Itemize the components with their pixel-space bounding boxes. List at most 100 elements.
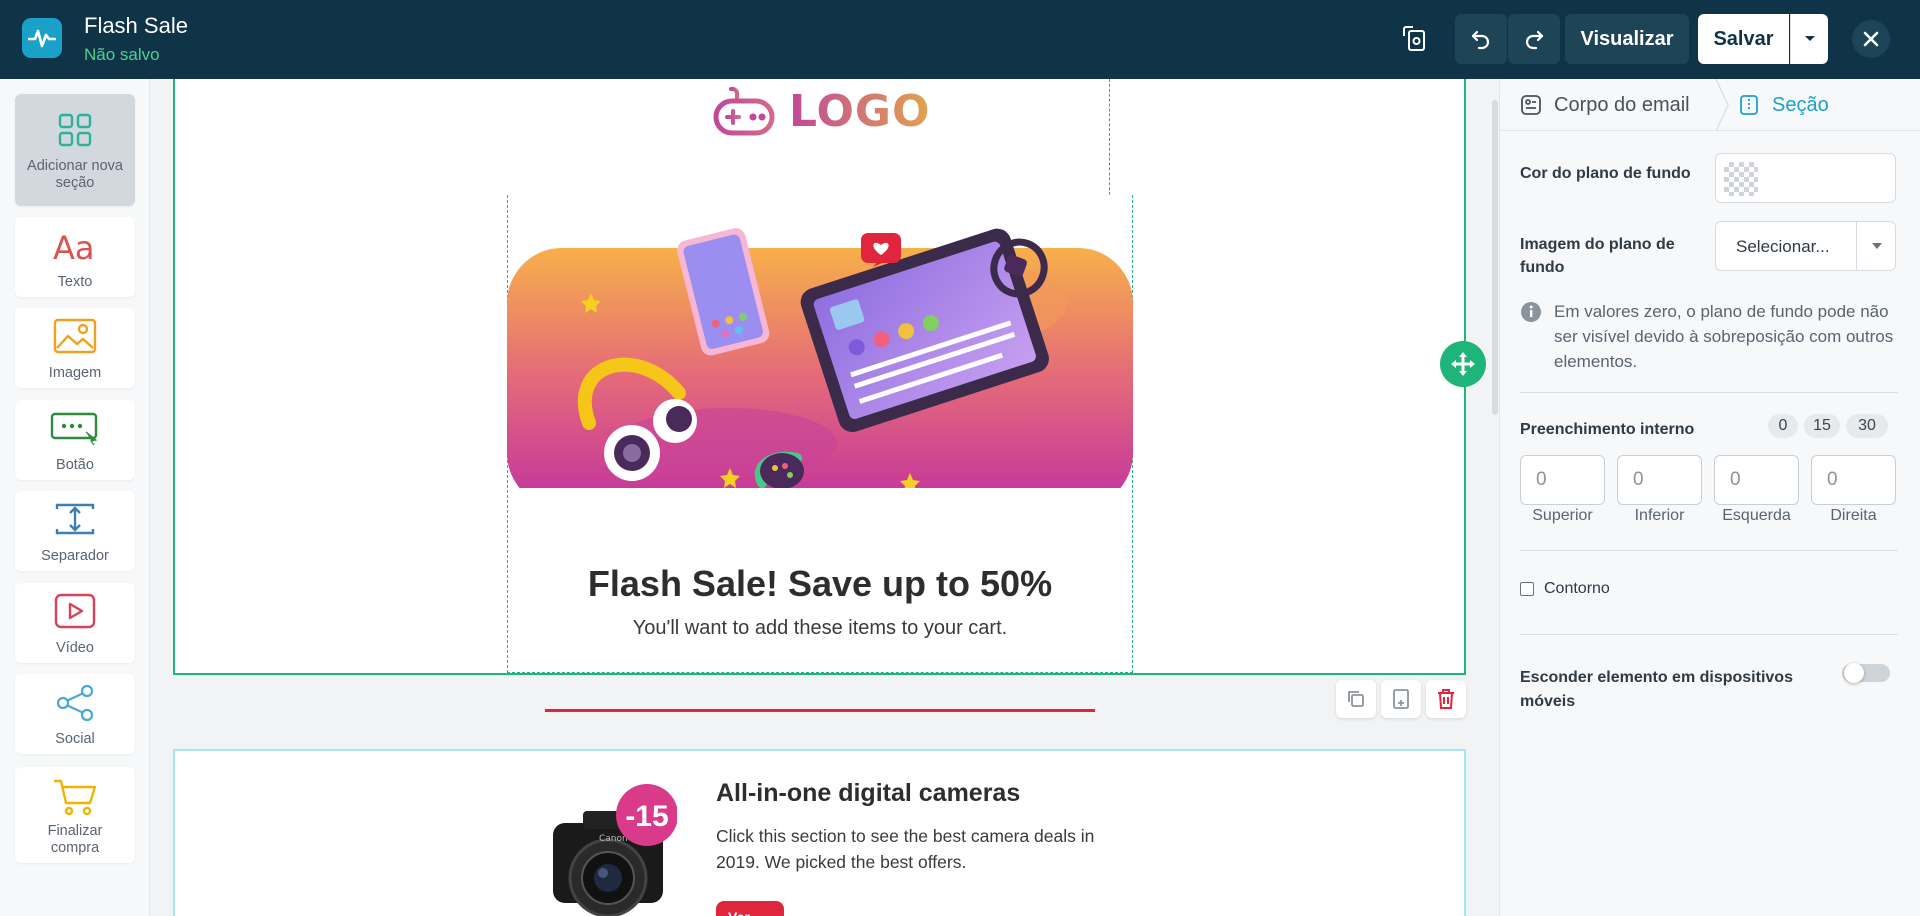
text-icon: Aa: [53, 229, 95, 267]
tool-social[interactable]: Social: [15, 674, 135, 754]
properties-panel: Corpo do email Seção Cor do plano de fun…: [1499, 79, 1920, 916]
divider: [1520, 392, 1898, 393]
panel-tabs: Corpo do email Seção: [1500, 79, 1920, 131]
save-button[interactable]: Salvar: [1698, 14, 1789, 64]
preview-button[interactable]: Visualizar: [1565, 14, 1689, 64]
background-image-label: Imagem do plano de fundo: [1520, 236, 1675, 276]
save-options-button[interactable]: [1790, 14, 1828, 64]
undo-button[interactable]: [1455, 14, 1507, 64]
close-editor-button[interactable]: [1852, 20, 1890, 58]
padding-preset-30[interactable]: 30: [1846, 414, 1888, 438]
discount-badge: -15: [625, 800, 668, 833]
duplicate-icon: [1348, 691, 1364, 707]
divider: [1520, 634, 1898, 635]
product-title[interactable]: All-in-one digital cameras: [716, 779, 1020, 808]
padding-bottom-label: Inferior: [1634, 507, 1685, 524]
select-caret[interactable]: [1856, 222, 1896, 270]
document-title[interactable]: Flash Sale: [84, 13, 188, 39]
email-canvas[interactable]: LOGO Flash Sale! Save up to 50% You'll w…: [151, 79, 1491, 916]
email-headline[interactable]: Flash Sale! Save up to 50%: [507, 563, 1133, 605]
video-icon: [54, 593, 96, 629]
email-subheadline[interactable]: You'll want to add these items to your c…: [507, 617, 1133, 640]
info-text: Em valores zero, o plano de fundo pode n…: [1554, 302, 1894, 371]
product-description[interactable]: Click this section to see the best camer…: [716, 823, 1116, 875]
redo-button[interactable]: [1508, 14, 1560, 64]
camera-product-image[interactable]: Canon -15: [543, 783, 677, 916]
save-block-button[interactable]: [1381, 680, 1421, 718]
mobile-preview-icon[interactable]: [1396, 20, 1434, 58]
tool-button[interactable]: Botão: [15, 400, 135, 480]
padding-right-label: Direita: [1830, 507, 1877, 524]
separator-block[interactable]: [545, 709, 1095, 712]
tab-section[interactable]: Seção: [1738, 79, 1829, 131]
section-icon: [1740, 95, 1758, 115]
transparent-swatch: [1724, 162, 1758, 196]
padding-left-label: Esquerda: [1722, 507, 1791, 524]
tool-label: Finalizar compra: [47, 823, 103, 856]
button-icon: [50, 412, 98, 446]
heart-bubble: [861, 233, 901, 267]
trash-icon: [1438, 689, 1454, 709]
select-value: Selecionar...: [1736, 237, 1830, 256]
redo-icon: [1525, 30, 1544, 50]
move-icon: [1451, 352, 1475, 376]
tool-label: Vídeo: [56, 640, 94, 656]
canvas-scroll-thumb[interactable]: [1492, 100, 1498, 415]
tool-label: Adicionar nova seção: [27, 158, 123, 191]
save-status: Não salvo: [84, 45, 160, 64]
tool-video[interactable]: Vídeo: [15, 583, 135, 663]
info-note: Em valores zero, o plano de fundo pode n…: [1520, 299, 1910, 374]
gamepad-icon: [713, 86, 775, 136]
tool-separator[interactable]: Separador: [15, 491, 135, 571]
tool-label: Separador: [41, 548, 109, 564]
padding-left-input[interactable]: 0: [1714, 455, 1799, 505]
tool-label: Texto: [57, 274, 93, 290]
app-logo-icon[interactable]: [22, 18, 62, 58]
padding-top-label: Superior: [1532, 507, 1593, 524]
email-logo[interactable]: LOGO: [713, 85, 930, 137]
tab-email-body[interactable]: Corpo do email: [1520, 79, 1690, 131]
email-body-icon: [1521, 95, 1541, 115]
grid-icon: [58, 113, 92, 147]
tool-label: Social: [55, 731, 95, 747]
tool-checkout[interactable]: Finalizar compra: [15, 767, 135, 863]
image-icon: [53, 318, 97, 354]
tool-text[interactable]: Aa Texto: [15, 217, 135, 297]
move-section-handle[interactable]: [1440, 341, 1486, 387]
chevron-down-icon: [1871, 243, 1882, 249]
close-icon: [1863, 31, 1879, 47]
separator-icon: [55, 503, 95, 535]
padding-preset-0[interactable]: 0: [1768, 414, 1798, 438]
info-icon: [1521, 302, 1541, 322]
save-block-icon: [1393, 689, 1409, 709]
logo-text: LOGO: [789, 85, 931, 137]
delete-section-button[interactable]: [1426, 680, 1466, 718]
tool-add-section[interactable]: Adicionar nova seção: [15, 94, 135, 206]
padding-top-input[interactable]: 0: [1520, 455, 1605, 505]
chevron-down-icon: [1804, 36, 1815, 41]
undo-icon: [1471, 30, 1490, 50]
toggle-knob[interactable]: [1844, 663, 1864, 683]
content-toolbox: Adicionar nova seção Aa Texto Imagem Bot…: [0, 79, 150, 916]
border-checkbox[interactable]: [1520, 582, 1534, 596]
padding-label: Preenchimento interno: [1520, 421, 1695, 438]
padding-preset-15[interactable]: 15: [1804, 414, 1840, 438]
border-label[interactable]: Contorno: [1544, 580, 1610, 598]
share-icon: [56, 684, 94, 722]
tool-label: Botão: [56, 457, 94, 473]
background-color-picker[interactable]: [1715, 153, 1896, 203]
tab-separator: [1715, 79, 1729, 131]
duplicate-section-button[interactable]: [1336, 680, 1376, 718]
tool-image[interactable]: Imagem: [15, 308, 135, 388]
padding-right-input[interactable]: 0: [1811, 455, 1896, 505]
hide-mobile-label: Esconder elemento em dispositivos móveis: [1520, 669, 1793, 710]
smartwatch-illustration: [754, 451, 804, 488]
background-image-select[interactable]: Selecionar...: [1715, 221, 1896, 271]
tool-label: Imagem: [48, 365, 102, 381]
svg-text:Canon: Canon: [599, 834, 628, 844]
padding-bottom-input[interactable]: 0: [1617, 455, 1702, 505]
hero-illustration[interactable]: [507, 223, 1133, 488]
cart-icon: [54, 779, 97, 816]
product-cta-button[interactable]: Ver: [716, 901, 784, 916]
tab-label: Seção: [1772, 93, 1829, 116]
